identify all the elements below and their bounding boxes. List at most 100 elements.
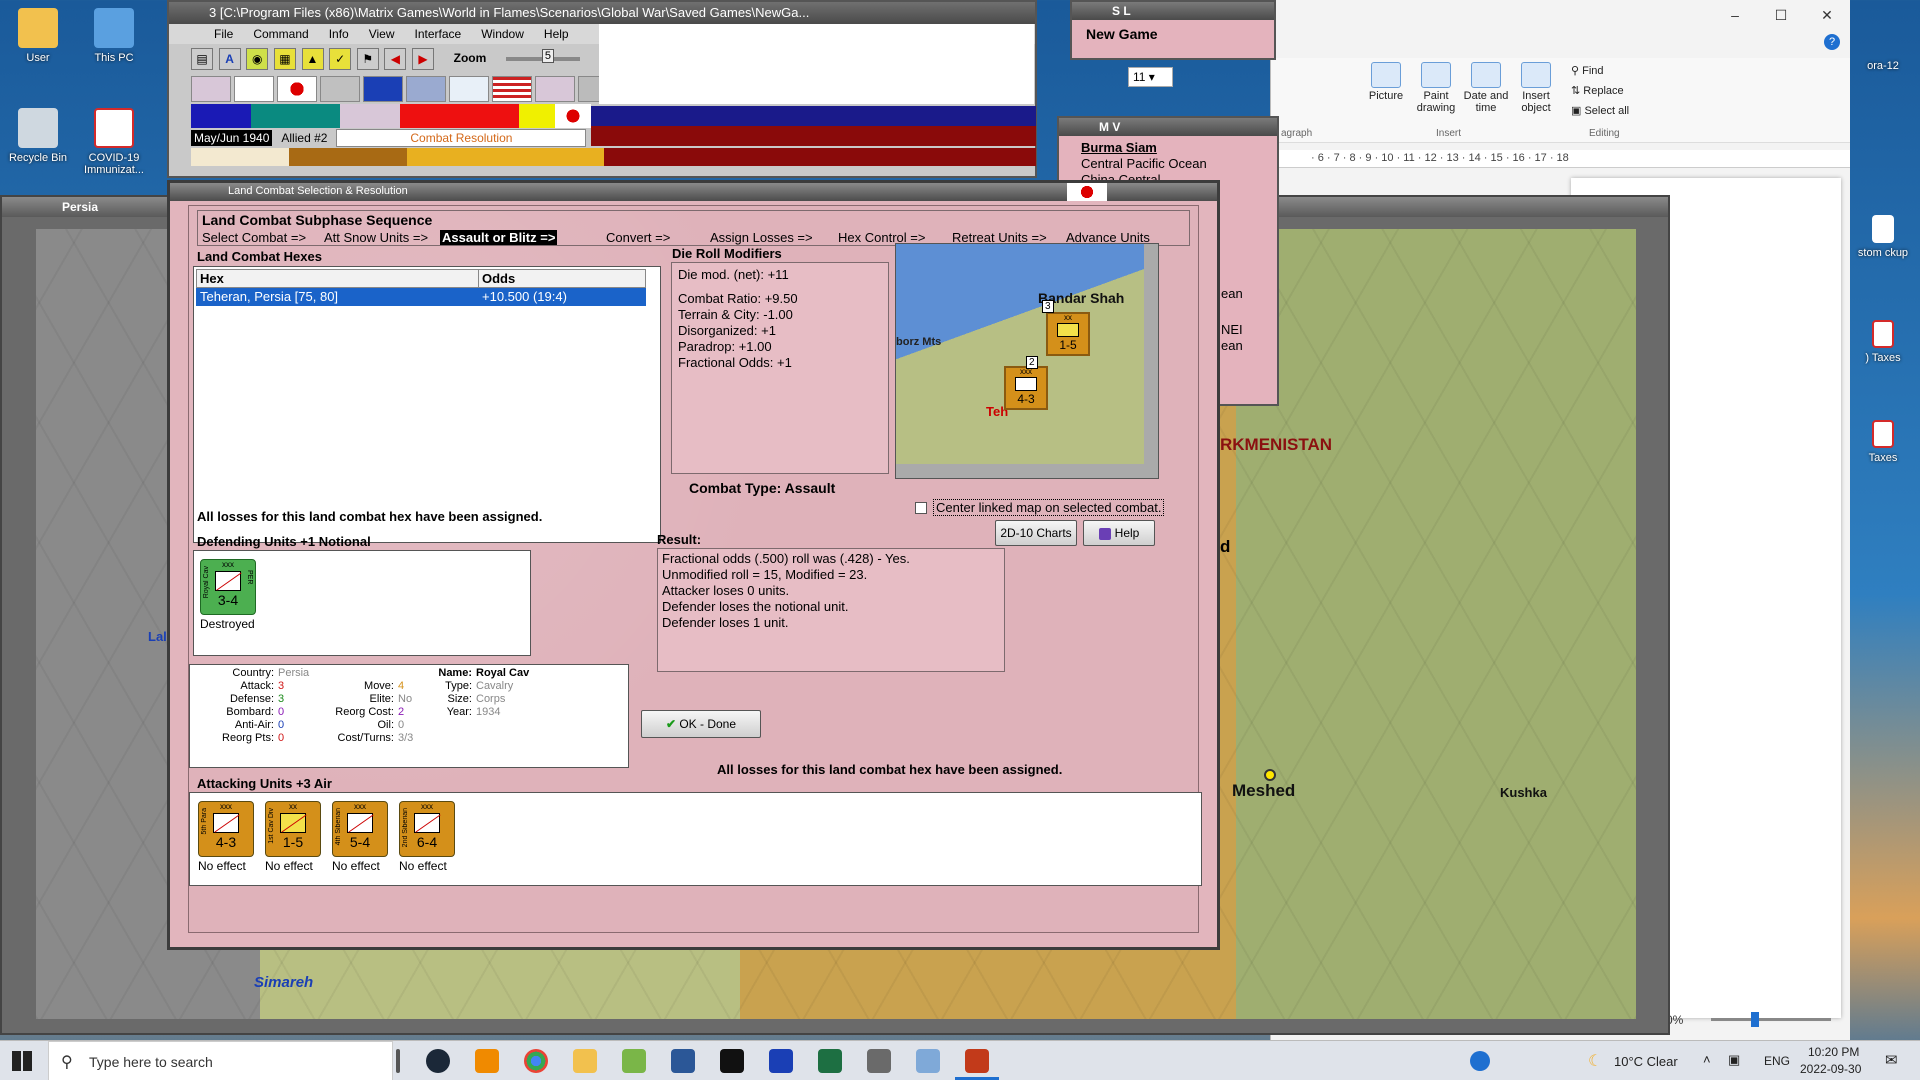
flag-icon[interactable]: [449, 76, 489, 102]
unit-info-values-col3: Royal Cav Cavalry Corps 1934: [476, 667, 529, 719]
flag-icon[interactable]: [191, 76, 231, 102]
chrome-icon[interactable]: [524, 1049, 548, 1073]
close-button[interactable]: ✕: [1804, 0, 1850, 30]
word-icon[interactable]: [671, 1049, 695, 1073]
desktop-icon-covid-pdf[interactable]: COVID-19 Immunizat...: [78, 108, 150, 176]
flag-icon[interactable]: [535, 76, 575, 102]
clock-date[interactable]: 2022-09-30: [1800, 1062, 1861, 1076]
unit-tool-icon[interactable]: ▤: [191, 48, 213, 70]
desktop-icon-taxes-2[interactable]: Taxes: [1848, 420, 1918, 464]
excel-icon[interactable]: [818, 1049, 842, 1073]
attacker-unit-counter[interactable]: xx 1st Cav Div 1-5: [265, 801, 321, 857]
center-linked-checkbox-row[interactable]: Center linked map on selected combat.: [915, 499, 1165, 516]
help-icon[interactable]: ?: [1824, 34, 1840, 50]
maximize-button[interactable]: ☐: [1758, 0, 1804, 30]
clock-time[interactable]: 10:20 PM: [1808, 1045, 1859, 1059]
weather-text[interactable]: 10°C Clear: [1614, 1054, 1678, 1069]
menu-help[interactable]: Help: [544, 27, 569, 44]
desktop-icon-taxes-1[interactable]: ) Taxes: [1848, 320, 1918, 364]
step-select-combat: Select Combat =>: [202, 230, 307, 245]
picture-button[interactable]: Picture: [1361, 62, 1411, 102]
target-tool-icon[interactable]: ◉: [246, 48, 269, 70]
desktop-icon-backup[interactable]: stom ckup: [1848, 215, 1918, 259]
ribbon: Picture Paint drawing Date and time Inse…: [1271, 58, 1850, 143]
defender-unit-counter[interactable]: xxx Royal Cav PER 3-4: [200, 559, 256, 615]
desktop-icon-recycle-bin[interactable]: Recycle Bin: [2, 108, 74, 164]
minimap-stack-cavalry[interactable]: xx 1-5 3: [1042, 300, 1090, 356]
sequence-title: Land Combat Subphase Sequence: [202, 212, 433, 228]
select-all-button[interactable]: ▣ Select all: [1571, 104, 1629, 117]
language-indicator[interactable]: ENG: [1764, 1054, 1790, 1068]
check-tool-icon[interactable]: ✓: [329, 48, 352, 70]
notepad-icon[interactable]: [622, 1049, 646, 1073]
odds-column-header[interactable]: Odds: [478, 269, 646, 288]
menu-view[interactable]: View: [369, 27, 395, 44]
flag-china-icon[interactable]: [363, 76, 403, 102]
help-tray-icon[interactable]: [1470, 1051, 1490, 1071]
center-linked-checkbox[interactable]: [915, 501, 927, 514]
combat-minimap[interactable]: Bandar Shah borz Mts Teh xx 1-5 3 xxx 4-…: [895, 243, 1159, 479]
notification-icon[interactable]: ✉: [1885, 1051, 1898, 1069]
vlc-icon[interactable]: [475, 1049, 499, 1073]
insert-object-button[interactable]: Insert object: [1511, 62, 1561, 114]
steam-icon[interactable]: [426, 1049, 450, 1073]
select-tool-icon[interactable]: ▲: [301, 48, 324, 70]
date-time-button[interactable]: Date and time: [1461, 62, 1511, 114]
network-icon[interactable]: ▣: [1728, 1052, 1740, 1068]
map-tool-icon[interactable]: ▦: [273, 48, 296, 70]
desktop-icon-this-pc[interactable]: This PC: [78, 8, 150, 64]
minimize-button[interactable]: –: [1712, 0, 1758, 30]
minimap-vscrollbar[interactable]: [1144, 244, 1158, 478]
zoom-slider[interactable]: [1711, 1012, 1831, 1027]
calculator-icon[interactable]: [867, 1049, 891, 1073]
zoom-slider-thumb[interactable]: [1751, 1012, 1759, 1027]
task-view-icon[interactable]: [396, 1049, 400, 1073]
minimap-stack-paratroop[interactable]: xxx 4-3 2: [1004, 356, 1048, 410]
replace-button[interactable]: ⇅ Replace: [1571, 84, 1624, 97]
paint-drawing-button[interactable]: Paint drawing: [1411, 62, 1461, 114]
zoom-slider-value[interactable]: 5: [541, 49, 555, 63]
menu-window[interactable]: Window: [481, 27, 524, 44]
flag-japan-icon[interactable]: [277, 76, 317, 102]
file-explorer-icon[interactable]: [573, 1049, 597, 1073]
menu-info[interactable]: Info: [329, 27, 349, 44]
combat-hex-list[interactable]: Hex Odds Teheran, Persia [75, 80] +10.50…: [193, 266, 661, 543]
font-size-select[interactable]: 11 ▾: [1128, 67, 1173, 87]
sea-area-item[interactable]: Central Pacific Ocean: [1081, 156, 1207, 172]
minimap-hscrollbar[interactable]: [896, 464, 1158, 478]
help-button[interactable]: Help: [1083, 520, 1155, 546]
flag-tool-icon[interactable]: ⚑: [356, 48, 379, 70]
charts-button[interactable]: 2D-10 Charts: [995, 520, 1077, 546]
flag-icon[interactable]: [320, 76, 360, 102]
table-row[interactable]: Teheran, Persia [75, 80] +10.500 (19:4): [196, 287, 646, 306]
menu-interface[interactable]: Interface: [415, 27, 462, 44]
flag-icon[interactable]: [234, 76, 274, 102]
find-button[interactable]: ⚲ Find: [1571, 64, 1604, 77]
hex-cell[interactable]: Teheran, Persia [75, 80]: [196, 287, 479, 306]
attacker-unit-counter[interactable]: xxx 5th Para 4-3: [198, 801, 254, 857]
netflix-icon[interactable]: [720, 1049, 744, 1073]
desktop-icon-ora[interactable]: ora-12: [1848, 60, 1918, 72]
attacker-unit-counter[interactable]: xxx 4th Siberian 5-4: [332, 801, 388, 857]
chevron-up-icon[interactable]: ˄: [1703, 1052, 1711, 1067]
start-button[interactable]: [12, 1051, 32, 1071]
arrow-right-icon[interactable]: ▶: [412, 48, 434, 70]
world-in-flames-icon[interactable]: [965, 1049, 989, 1073]
flag-usa-icon[interactable]: [492, 76, 532, 102]
arrow-left-icon[interactable]: ◀: [384, 48, 407, 70]
sea-area-item[interactable]: Burma Siam: [1081, 140, 1207, 156]
text-tool-icon[interactable]: A: [218, 48, 241, 70]
menu-command[interactable]: Command: [253, 27, 308, 44]
disney-plus-icon[interactable]: [769, 1049, 793, 1073]
search-box[interactable]: ⚲ Type here to search: [48, 1041, 393, 1080]
odds-cell[interactable]: +10.500 (19:4): [478, 287, 646, 306]
flag-uk-icon[interactable]: [406, 76, 446, 102]
attacker-unit-counter[interactable]: xxx 2nd Siberian 6-4: [399, 801, 455, 857]
ruler[interactable]: · 6 · 7 · 8 · 9 · 10 · 11 · 12 · 13 · 14…: [1271, 150, 1850, 168]
menu-file[interactable]: File: [214, 27, 233, 44]
app-window-icon[interactable]: [916, 1049, 940, 1073]
ok-done-button[interactable]: ✔ OK - Done: [641, 710, 761, 738]
hex-column-header[interactable]: Hex: [196, 269, 479, 288]
zoom-slider[interactable]: 5: [505, 49, 580, 63]
desktop-icon-user[interactable]: User: [2, 8, 74, 64]
